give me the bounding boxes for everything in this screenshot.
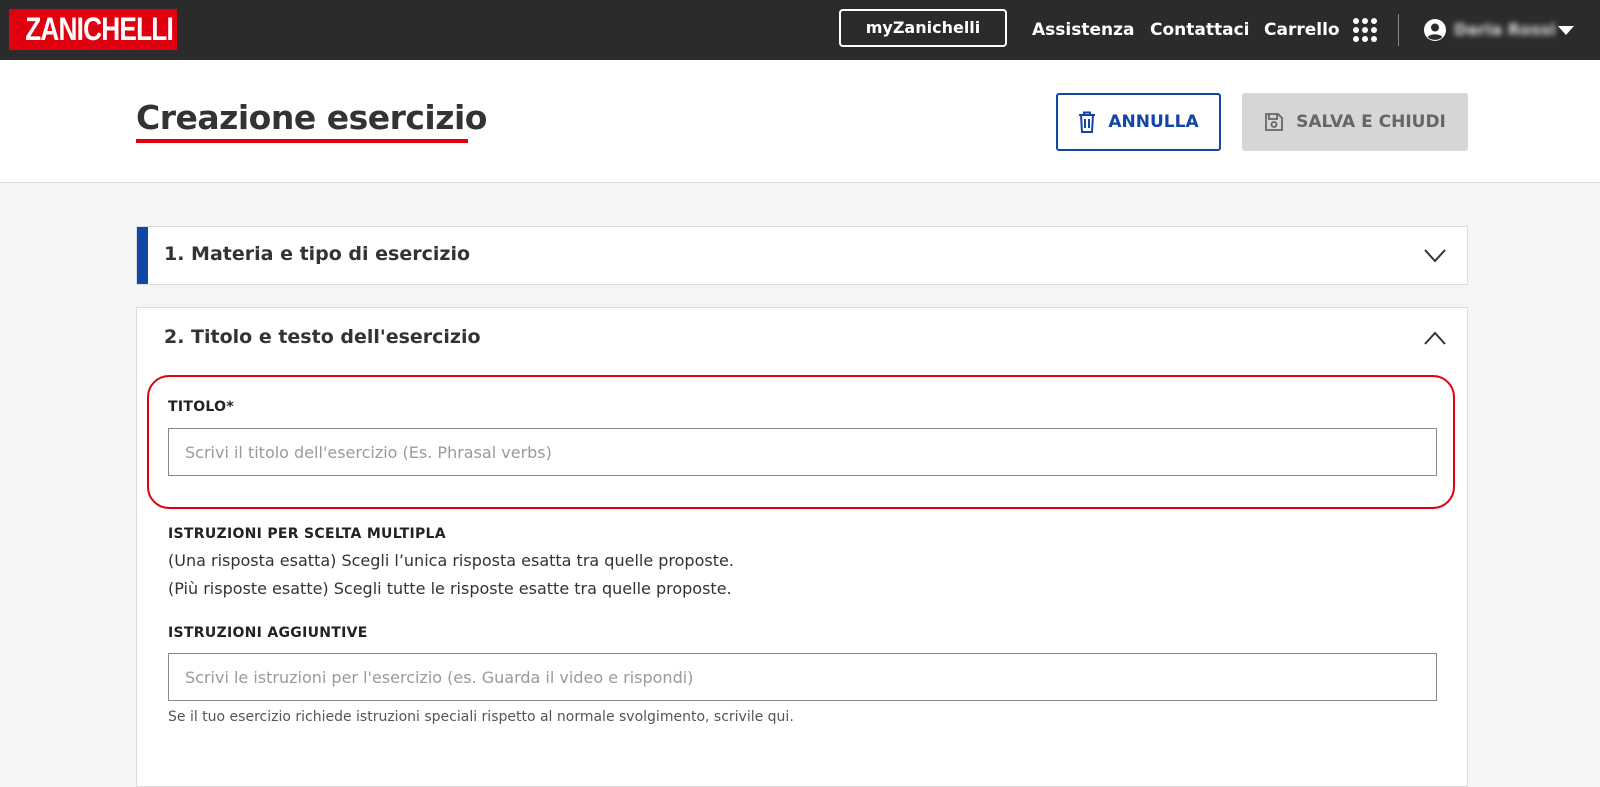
save-icon — [1265, 113, 1284, 131]
active-section-indicator — [137, 227, 148, 284]
topbar-divider — [1398, 14, 1399, 46]
accordion-section-1[interactable]: 1. Materia e tipo di esercizio — [136, 226, 1468, 285]
apps-grid-icon[interactable] — [1352, 17, 1378, 43]
caret-down-icon[interactable] — [1558, 26, 1574, 35]
user-name[interactable]: Daria Rossi — [1454, 18, 1556, 42]
page-title: Creazione esercizio — [136, 98, 487, 137]
title-field-label: TITOLO* — [168, 399, 234, 415]
title-input[interactable] — [168, 428, 1437, 476]
nav-link-assistenza[interactable]: Assistenza — [1032, 18, 1134, 42]
cancel-button[interactable]: ANNULLA — [1056, 93, 1221, 151]
multiple-choice-instructions-label: ISTRUZIONI PER SCELTA MULTIPLA — [168, 526, 446, 542]
accordion-section-2: 2. Titolo e testo dell'esercizio TITOLO*… — [136, 307, 1468, 787]
section-2-title[interactable]: 2. Titolo e testo dell'esercizio — [164, 326, 481, 348]
section-1-title: 1. Materia e tipo di esercizio — [164, 243, 471, 265]
additional-instructions-label: ISTRUZIONI AGGIUNTIVE — [168, 625, 368, 641]
title-underline — [136, 139, 468, 143]
save-button-label: SALVA E CHIUDI — [1296, 112, 1446, 132]
top-navigation-bar: ZANICHELLI myZanichelli Assistenza Conta… — [0, 0, 1600, 60]
my-zanichelli-button[interactable]: myZanichelli — [839, 9, 1007, 47]
cancel-button-label: ANNULLA — [1108, 112, 1199, 132]
trash-icon — [1079, 111, 1096, 133]
user-avatar-icon[interactable] — [1424, 19, 1446, 41]
zanichelli-logo[interactable]: ZANICHELLI — [9, 9, 177, 50]
chevron-down-icon[interactable] — [1424, 249, 1446, 263]
instruction-line-single: (Una risposta esatta) Scegli l’unica ris… — [168, 551, 734, 570]
chevron-up-icon[interactable] — [1424, 331, 1446, 345]
additional-instructions-input[interactable] — [168, 653, 1437, 701]
instruction-line-multiple: (Più risposte esatte) Scegli tutte le ri… — [168, 579, 732, 598]
additional-instructions-hint: Se il tuo esercizio richiede istruzioni … — [168, 709, 794, 725]
nav-link-contattaci[interactable]: Contattaci — [1150, 18, 1250, 42]
save-and-close-button[interactable]: SALVA E CHIUDI — [1242, 93, 1468, 151]
nav-link-carrello[interactable]: Carrello — [1264, 18, 1340, 42]
